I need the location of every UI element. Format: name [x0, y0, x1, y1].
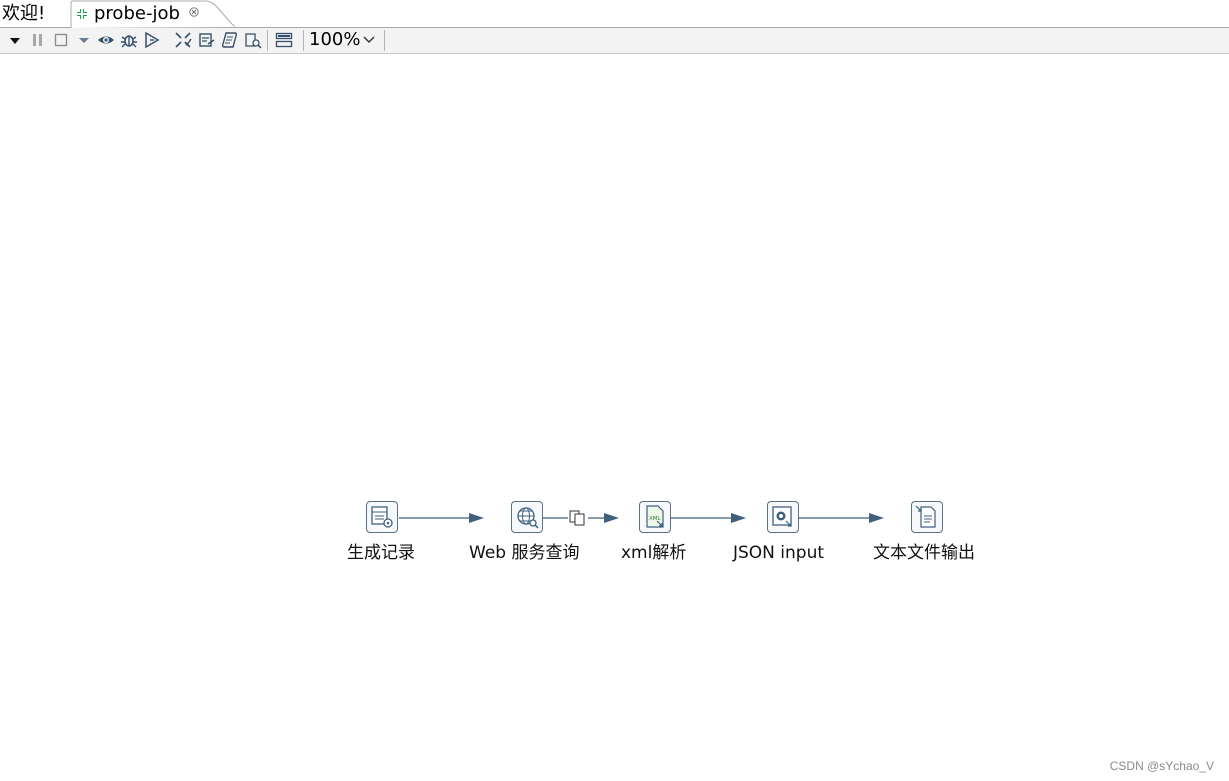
- step-generate-rows[interactable]: [366, 501, 398, 533]
- toolbar-separator: [267, 30, 268, 51]
- step-label-json-input: JSON input: [733, 543, 825, 563]
- toolbar-separator: [303, 30, 304, 51]
- tab-probe-job[interactable]: probe-job: [70, 0, 235, 28]
- hop-arrow-2: [604, 513, 619, 523]
- tab-probe-job-label: probe-job: [94, 3, 180, 24]
- editor-tab-bar: 欢迎! probe-job: [0, 0, 1229, 28]
- hop-arrow-3: [731, 513, 746, 523]
- web-service-icon: [517, 507, 539, 529]
- transformation-canvas[interactable]: 生成记录 Web 服务查询 XML xml解析 JSON input 文本文件输…: [0, 54, 1229, 781]
- close-icon[interactable]: [189, 7, 199, 17]
- debug-icon[interactable]: [120, 31, 138, 49]
- step-text-output[interactable]: [911, 501, 943, 533]
- text-output-icon: [915, 505, 936, 528]
- hop-arrow-4: [869, 513, 884, 523]
- xml-input-icon: XML: [646, 505, 664, 528]
- preview-icon[interactable]: [97, 31, 115, 49]
- step-xml-input[interactable]: XML: [639, 501, 671, 533]
- stop-icon[interactable]: [52, 31, 70, 49]
- verify-icon[interactable]: [174, 31, 192, 49]
- show-results-icon[interactable]: [275, 31, 293, 49]
- chevron-down-icon: [363, 36, 375, 43]
- explore-db-icon[interactable]: [244, 31, 262, 49]
- replay-icon[interactable]: [143, 31, 161, 49]
- step-label-generate-rows: 生成记录: [347, 543, 415, 563]
- step-label-text-output: 文本文件输出: [873, 543, 975, 563]
- sql-icon[interactable]: [221, 31, 239, 49]
- toolbar-separator: [384, 30, 385, 51]
- stop-dropdown-icon[interactable]: [75, 31, 93, 49]
- step-json-input[interactable]: [767, 501, 799, 533]
- json-input-icon: [772, 506, 792, 527]
- step-label-web-service: Web 服务查询: [469, 543, 580, 563]
- hop-arrow-1: [469, 513, 484, 523]
- zoom-select[interactable]: 100%: [307, 29, 382, 51]
- transformation-icon: [75, 7, 89, 21]
- zoom-value: 100%: [309, 29, 361, 50]
- impact-icon[interactable]: [198, 31, 216, 49]
- hops-layer: [399, 510, 884, 526]
- run-dropdown-icon[interactable]: [6, 31, 24, 49]
- transformation-toolbar: 100%: [0, 28, 1229, 54]
- tab-welcome[interactable]: 欢迎!: [2, 3, 45, 25]
- step-label-xml-input: xml解析: [621, 543, 687, 563]
- step-web-service[interactable]: [511, 501, 543, 533]
- watermark: CSDN @sYchao_V: [1109, 759, 1214, 773]
- pause-icon[interactable]: [29, 31, 47, 49]
- copy-rows-icon: [569, 510, 585, 526]
- svg-text:XML: XML: [649, 516, 662, 522]
- generate-rows-icon: [371, 506, 393, 528]
